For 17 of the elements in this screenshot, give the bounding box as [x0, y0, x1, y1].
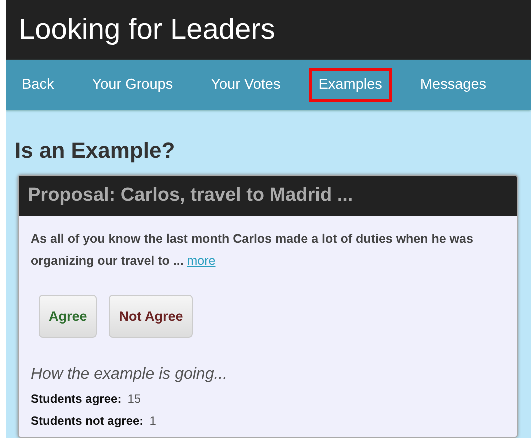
nav-tab[interactable]: Your Groups: [82, 68, 184, 102]
nav-tab[interactable]: Examples: [308, 68, 392, 102]
nav-tab[interactable]: Your Votes: [201, 68, 291, 102]
more-link[interactable]: more: [187, 254, 216, 268]
stat-label: Students not agree:: [31, 414, 144, 428]
stat-label: Students agree:: [31, 392, 122, 406]
nav-tab[interactable]: Back: [12, 68, 64, 102]
page-title: Is an Example?: [15, 138, 176, 164]
agree-button[interactable]: Agree: [39, 295, 98, 338]
stat-value: 15: [128, 392, 142, 406]
app-title: Looking for Leaders: [19, 14, 276, 46]
proposal-title: Proposal: Carlos, travel to Madrid ...: [19, 176, 517, 216]
progress-heading: How the example is going...: [31, 366, 229, 384]
stat-value: 1: [150, 414, 156, 428]
disagree-button[interactable]: Not Agree: [109, 295, 194, 338]
proposal-text: As all of you know the last month Carlos made a lot of duties when he was organizing our travel to ... more: [31, 231, 474, 270]
nav-tab[interactable]: Messages: [410, 68, 497, 102]
